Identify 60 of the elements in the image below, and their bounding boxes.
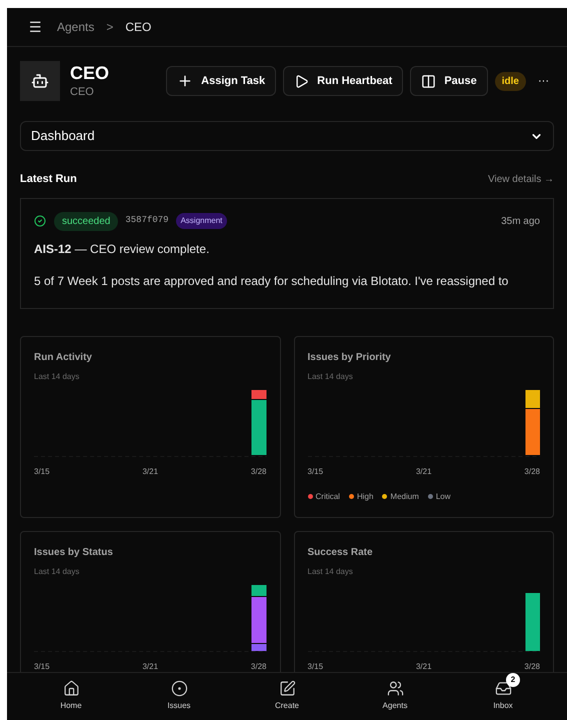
- legend-label: Critical: [316, 490, 340, 502]
- axis-label: 3/15: [34, 466, 50, 478]
- inbox-icon: [494, 680, 512, 696]
- breadcrumb-separator: >: [106, 19, 114, 36]
- menu-button[interactable]: ☰: [29, 16, 42, 38]
- pencil-square-icon: [278, 680, 296, 696]
- chart-subtitle: Last 14 days: [308, 370, 354, 382]
- chart-title: Success Rate: [308, 546, 374, 560]
- circle-dot-icon: [170, 680, 188, 696]
- chart-title: Issues by Status: [34, 546, 114, 560]
- run-hash: 3587f079: [125, 214, 169, 228]
- axis-label: 3/28: [250, 660, 266, 672]
- run-headline: AIS-12 — CEO review complete.: [34, 240, 210, 258]
- breadcrumb-item: CEO: [125, 19, 152, 36]
- pause-icon: [421, 74, 436, 88]
- axis-label: 3/21: [142, 466, 158, 478]
- nav-tab[interactable]: Inbox 2: [473, 672, 533, 714]
- axis-label: 3/15: [308, 660, 324, 672]
- nav-tab[interactable]: Issues: [149, 672, 209, 714]
- more-button[interactable]: ···: [533, 72, 554, 90]
- home-icon: [62, 680, 80, 696]
- axis-label: 3/21: [416, 466, 432, 478]
- axis-label: 3/28: [524, 660, 540, 672]
- section-title: Latest Run: [20, 172, 77, 187]
- axis-label: 3/15: [34, 660, 50, 672]
- chart-title: Issues by Priority: [308, 350, 392, 364]
- nav-tab[interactable]: Agents: [365, 672, 425, 714]
- agent-role: CEO: [70, 84, 95, 100]
- run-time: 35m ago: [501, 214, 540, 228]
- legend-label: Low: [436, 490, 451, 502]
- legend-label: High: [356, 490, 374, 502]
- breadcrumb-item[interactable]: Agents: [57, 18, 94, 36]
- action-button[interactable]: Run Heartbeat: [283, 66, 404, 96]
- axis-label: 3/28: [250, 466, 266, 478]
- check-circle-icon: [34, 215, 46, 227]
- chart-subtitle: Last 14 days: [308, 566, 354, 578]
- users-icon: [386, 680, 404, 696]
- run-summary: 5 of 7 Week 1 posts are approved and ready for scheduling via Blotato. I've reassigned to: [34, 272, 510, 290]
- robot-icon: [31, 72, 49, 90]
- legend-label: Medium: [390, 490, 419, 502]
- view-details-link[interactable]: View details →: [488, 172, 554, 187]
- chart-subtitle: Last 14 days: [34, 566, 80, 578]
- notification-badge: 2: [506, 672, 520, 686]
- action-button[interactable]: Pause: [410, 66, 488, 96]
- status-badge: idle: [494, 72, 526, 90]
- bar-segment: [524, 592, 540, 650]
- action-button[interactable]: Assign Task: [166, 66, 276, 96]
- axis-label: 3/15: [308, 466, 324, 478]
- chart-subtitle: Last 14 days: [34, 370, 80, 382]
- axis-label: 3/21: [142, 660, 158, 672]
- run-status-badge: succeeded: [54, 212, 118, 230]
- chart-title: Run Activity: [34, 350, 93, 364]
- play-icon: [294, 74, 310, 88]
- run-tag: Assignment: [176, 213, 228, 229]
- axis-label: 3/21: [416, 660, 432, 672]
- axis-label: 3/28: [524, 466, 540, 478]
- agent-name: CEO: [70, 62, 110, 84]
- nav-tab[interactable]: Home: [41, 672, 101, 714]
- nav-tab[interactable]: Create: [257, 672, 317, 714]
- view-select[interactable]: Dashboard: [20, 121, 554, 151]
